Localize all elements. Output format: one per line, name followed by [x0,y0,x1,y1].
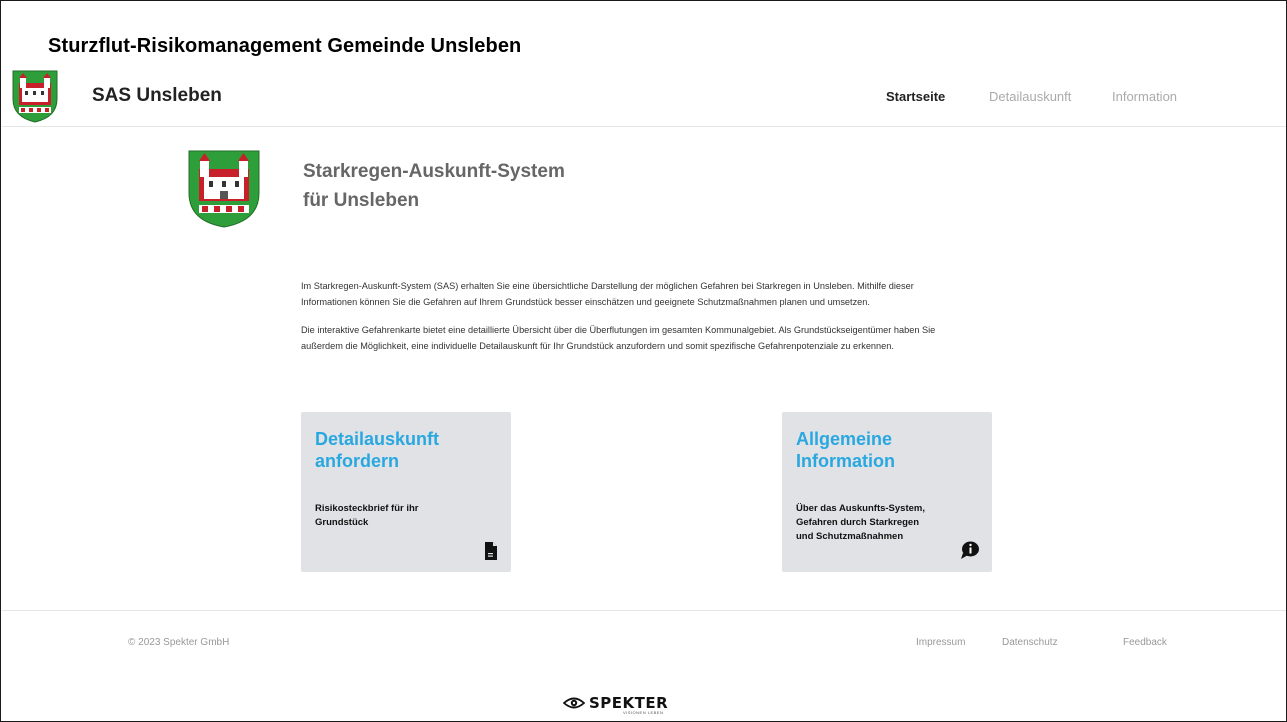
footer-divider [2,610,1286,611]
intro-paragraph: Im Starkregen-Auskunft-System (SAS) erha… [301,278,1001,310]
card-information-text-line2: Gefahren durch Starkregen [796,517,920,528]
hero-title-line1: Starkregen-Auskunft-System [303,161,565,182]
card-information[interactable]: Allgemeine Information Über das Auskunft… [782,412,992,572]
map-paragraph: Die interaktive Gefahrenkarte bietet ein… [301,322,1001,354]
slide-frame: Sturzflut-Risikomanagement Gemeinde Unsl… [0,0,1287,722]
brand-name[interactable]: SAS Unsleben [92,85,222,107]
info-bubble-icon [961,541,979,559]
footer-link-datenschutz[interactable]: Datenschutz [1002,637,1058,648]
footer-link-feedback[interactable]: Feedback [1123,637,1167,648]
card-detailauskunft[interactable]: Detailauskunft anfordern Risikosteckbrie… [301,412,511,572]
card-information-text-line3: und Schutzmaßnahmen [796,531,904,542]
footer-copyright: © 2023 Spekter GmbH [128,637,230,648]
card-information-title-line1: Allgemeine [796,429,893,449]
spekter-tagline: VISIONEN LEBEN [623,710,664,715]
coat-of-arms-large-icon [188,150,260,228]
card-detailauskunft-title-line2: anfordern [315,451,400,471]
card-detailauskunft-text: Risikosteckbrief für ihr Grundstück [315,502,418,530]
card-detailauskunft-title[interactable]: Detailauskunft anfordern [315,428,439,472]
card-information-title-line2: Information [796,451,895,471]
eye-icon [563,697,585,709]
site-header: SAS Unsleben Startseite Detailauskunft I… [2,67,1286,127]
card-information-text-line1: Über das Auskunfts-System, [796,503,925,514]
nav-detailauskunft[interactable]: Detailauskunft [989,89,1071,104]
card-detailauskunft-text-line1: Risikosteckbrief für ihr [315,503,419,514]
document-icon [485,542,497,560]
hero-title-line2: für Unsleben [303,190,420,211]
coat-of-arms-icon[interactable] [11,69,59,123]
footer-link-impressum[interactable]: Impressum [916,637,965,648]
card-information-title[interactable]: Allgemeine Information [796,428,895,472]
map-line2: außerdem die Möglichkeit, eine individue… [301,341,894,351]
nav-startseite[interactable]: Startseite [886,89,945,104]
card-detailauskunft-text-line2: Grundstück [315,517,369,528]
hero-title: Starkregen-Auskunft-System für Unsleben [303,157,565,215]
intro-line2: Informationen können Sie die Gefahren au… [301,297,870,307]
slide-title: Sturzflut-Risikomanagement Gemeinde Unsl… [48,35,522,57]
nav-information[interactable]: Information [1112,89,1177,104]
intro-line1: Im Starkregen-Auskunft-System (SAS) erha… [301,281,914,291]
card-information-text: Über das Auskunfts-System, Gefahren durc… [796,502,925,544]
card-detailauskunft-title-line1: Detailauskunft [315,429,440,449]
map-line1: Die interaktive Gefahrenkarte bietet ein… [301,325,936,335]
spekter-logo: SPEKTER VISIONEN LEBEN [563,691,668,715]
